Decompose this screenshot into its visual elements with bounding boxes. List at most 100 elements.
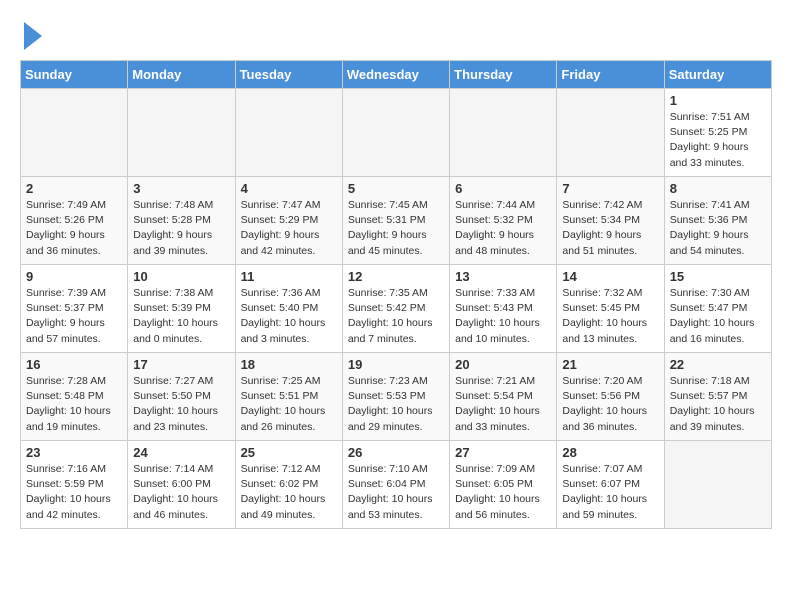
day-number: 9 <box>26 269 122 284</box>
calendar-cell: 27 Sunrise: 7:09 AM Sunset: 6:05 PM Dayli… <box>450 441 557 529</box>
day-info: Sunrise: 7:12 AM Sunset: 6:02 PM Dayligh… <box>241 462 337 523</box>
calendar-cell: 14 Sunrise: 7:32 AM Sunset: 5:45 PM Dayli… <box>557 265 664 353</box>
calendar-cell: 11 Sunrise: 7:36 AM Sunset: 5:40 PM Dayli… <box>235 265 342 353</box>
day-info: Sunrise: 7:33 AM Sunset: 5:43 PM Dayligh… <box>455 286 551 347</box>
calendar-cell: 22 Sunrise: 7:18 AM Sunset: 5:57 PM Dayli… <box>664 353 771 441</box>
logo-arrow-icon <box>24 22 42 50</box>
day-number: 14 <box>562 269 658 284</box>
calendar-header-wednesday: Wednesday <box>342 61 449 89</box>
logo <box>20 20 42 50</box>
day-info: Sunrise: 7:20 AM Sunset: 5:56 PM Dayligh… <box>562 374 658 435</box>
day-number: 26 <box>348 445 444 460</box>
day-info: Sunrise: 7:36 AM Sunset: 5:40 PM Dayligh… <box>241 286 337 347</box>
calendar-cell: 15 Sunrise: 7:30 AM Sunset: 5:47 PM Dayli… <box>664 265 771 353</box>
calendar-cell <box>557 89 664 177</box>
page: SundayMondayTuesdayWednesdayThursdayFrid… <box>0 0 792 539</box>
day-info: Sunrise: 7:51 AM Sunset: 5:25 PM Dayligh… <box>670 110 766 171</box>
calendar-header-tuesday: Tuesday <box>235 61 342 89</box>
calendar-cell: 19 Sunrise: 7:23 AM Sunset: 5:53 PM Dayli… <box>342 353 449 441</box>
day-info: Sunrise: 7:30 AM Sunset: 5:47 PM Dayligh… <box>670 286 766 347</box>
header <box>20 20 772 50</box>
calendar-cell: 8 Sunrise: 7:41 AM Sunset: 5:36 PM Daylig… <box>664 177 771 265</box>
calendar-cell: 28 Sunrise: 7:07 AM Sunset: 6:07 PM Dayli… <box>557 441 664 529</box>
calendar-cell: 25 Sunrise: 7:12 AM Sunset: 6:02 PM Dayli… <box>235 441 342 529</box>
day-info: Sunrise: 7:32 AM Sunset: 5:45 PM Dayligh… <box>562 286 658 347</box>
day-info: Sunrise: 7:44 AM Sunset: 5:32 PM Dayligh… <box>455 198 551 259</box>
calendar-cell: 21Sunrise: 7:20 AM Sunset: 5:56 PM Dayli… <box>557 353 664 441</box>
day-info: Sunrise: 7:39 AM Sunset: 5:37 PM Dayligh… <box>26 286 122 347</box>
calendar-cell <box>21 89 128 177</box>
calendar-cell: 1 Sunrise: 7:51 AM Sunset: 5:25 PM Daylig… <box>664 89 771 177</box>
day-number: 8 <box>670 181 766 196</box>
day-info: Sunrise: 7:23 AM Sunset: 5:53 PM Dayligh… <box>348 374 444 435</box>
day-info: Sunrise: 7:27 AM Sunset: 5:50 PM Dayligh… <box>133 374 229 435</box>
calendar-cell <box>664 441 771 529</box>
day-number: 24 <box>133 445 229 460</box>
day-info: Sunrise: 7:07 AM Sunset: 6:07 PM Dayligh… <box>562 462 658 523</box>
calendar-cell: 4Sunrise: 7:47 AM Sunset: 5:29 PM Daylig… <box>235 177 342 265</box>
calendar-cell <box>450 89 557 177</box>
day-info: Sunrise: 7:16 AM Sunset: 5:59 PM Dayligh… <box>26 462 122 523</box>
day-info: Sunrise: 7:42 AM Sunset: 5:34 PM Dayligh… <box>562 198 658 259</box>
calendar-cell: 12 Sunrise: 7:35 AM Sunset: 5:42 PM Dayli… <box>342 265 449 353</box>
day-number: 2 <box>26 181 122 196</box>
day-info: Sunrise: 7:48 AM Sunset: 5:28 PM Dayligh… <box>133 198 229 259</box>
calendar-cell <box>342 89 449 177</box>
day-info: Sunrise: 7:35 AM Sunset: 5:42 PM Dayligh… <box>348 286 444 347</box>
calendar-week-row: 2 Sunrise: 7:49 AM Sunset: 5:26 PM Daylig… <box>21 177 772 265</box>
day-number: 5 <box>348 181 444 196</box>
calendar-week-row: 1 Sunrise: 7:51 AM Sunset: 5:25 PM Daylig… <box>21 89 772 177</box>
calendar-cell: 7 Sunrise: 7:42 AM Sunset: 5:34 PM Daylig… <box>557 177 664 265</box>
calendar-cell: 20 Sunrise: 7:21 AM Sunset: 5:54 PM Dayli… <box>450 353 557 441</box>
day-info: Sunrise: 7:47 AM Sunset: 5:29 PM Dayligh… <box>241 198 337 259</box>
calendar-cell: 10 Sunrise: 7:38 AM Sunset: 5:39 PM Dayli… <box>128 265 235 353</box>
day-number: 7 <box>562 181 658 196</box>
calendar-table: SundayMondayTuesdayWednesdayThursdayFrid… <box>20 60 772 529</box>
day-info: Sunrise: 7:09 AM Sunset: 6:05 PM Dayligh… <box>455 462 551 523</box>
calendar-cell: 24 Sunrise: 7:14 AM Sunset: 6:00 PM Dayli… <box>128 441 235 529</box>
day-number: 11 <box>241 269 337 284</box>
day-number: 1 <box>670 93 766 108</box>
calendar-cell: 9 Sunrise: 7:39 AM Sunset: 5:37 PM Daylig… <box>21 265 128 353</box>
day-info: Sunrise: 7:41 AM Sunset: 5:36 PM Dayligh… <box>670 198 766 259</box>
calendar-cell: 16Sunrise: 7:28 AM Sunset: 5:48 PM Dayli… <box>21 353 128 441</box>
calendar-cell: 26 Sunrise: 7:10 AM Sunset: 6:04 PM Dayli… <box>342 441 449 529</box>
calendar-header-saturday: Saturday <box>664 61 771 89</box>
calendar-header-sunday: Sunday <box>21 61 128 89</box>
day-number: 13 <box>455 269 551 284</box>
day-number: 10 <box>133 269 229 284</box>
calendar-cell: 13 Sunrise: 7:33 AM Sunset: 5:43 PM Dayli… <box>450 265 557 353</box>
day-number: 20 <box>455 357 551 372</box>
day-number: 19 <box>348 357 444 372</box>
calendar-cell: 17 Sunrise: 7:27 AM Sunset: 5:50 PM Dayli… <box>128 353 235 441</box>
day-info: Sunrise: 7:18 AM Sunset: 5:57 PM Dayligh… <box>670 374 766 435</box>
calendar-header-friday: Friday <box>557 61 664 89</box>
day-number: 12 <box>348 269 444 284</box>
day-number: 25 <box>241 445 337 460</box>
calendar-cell: 5 Sunrise: 7:45 AM Sunset: 5:31 PM Daylig… <box>342 177 449 265</box>
day-number: 28 <box>562 445 658 460</box>
day-number: 16 <box>26 357 122 372</box>
day-number: 17 <box>133 357 229 372</box>
calendar-cell <box>235 89 342 177</box>
calendar-cell <box>128 89 235 177</box>
day-info: Sunrise: 7:38 AM Sunset: 5:39 PM Dayligh… <box>133 286 229 347</box>
calendar-week-row: 9 Sunrise: 7:39 AM Sunset: 5:37 PM Daylig… <box>21 265 772 353</box>
day-info: Sunrise: 7:10 AM Sunset: 6:04 PM Dayligh… <box>348 462 444 523</box>
day-info: Sunrise: 7:45 AM Sunset: 5:31 PM Dayligh… <box>348 198 444 259</box>
calendar-week-row: 23Sunrise: 7:16 AM Sunset: 5:59 PM Dayli… <box>21 441 772 529</box>
day-info: Sunrise: 7:49 AM Sunset: 5:26 PM Dayligh… <box>26 198 122 259</box>
day-info: Sunrise: 7:14 AM Sunset: 6:00 PM Dayligh… <box>133 462 229 523</box>
day-info: Sunrise: 7:21 AM Sunset: 5:54 PM Dayligh… <box>455 374 551 435</box>
calendar-cell: 6Sunrise: 7:44 AM Sunset: 5:32 PM Daylig… <box>450 177 557 265</box>
calendar-header-monday: Monday <box>128 61 235 89</box>
calendar-header-thursday: Thursday <box>450 61 557 89</box>
day-info: Sunrise: 7:25 AM Sunset: 5:51 PM Dayligh… <box>241 374 337 435</box>
day-number: 22 <box>670 357 766 372</box>
day-number: 27 <box>455 445 551 460</box>
calendar-header-row: SundayMondayTuesdayWednesdayThursdayFrid… <box>21 61 772 89</box>
day-number: 15 <box>670 269 766 284</box>
calendar-cell: 2 Sunrise: 7:49 AM Sunset: 5:26 PM Daylig… <box>21 177 128 265</box>
calendar-cell: 3Sunrise: 7:48 AM Sunset: 5:28 PM Daylig… <box>128 177 235 265</box>
day-number: 18 <box>241 357 337 372</box>
